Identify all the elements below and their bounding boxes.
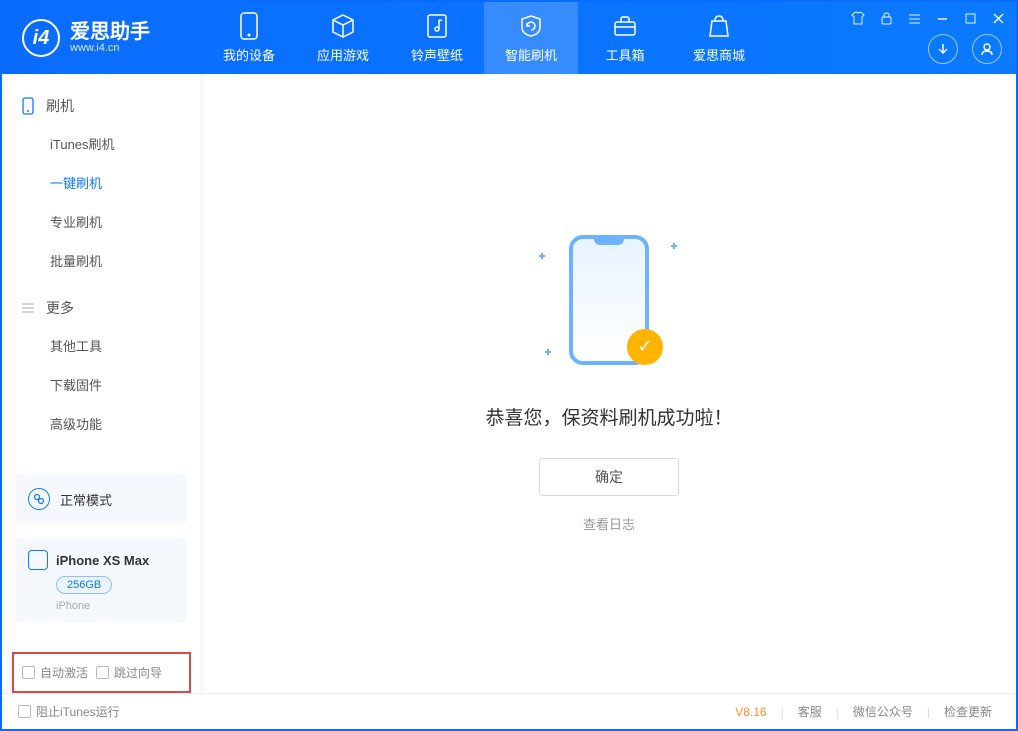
header-round-buttons: [928, 34, 1002, 64]
device-capacity: 256GB: [56, 576, 112, 594]
check-update-link[interactable]: 检查更新: [936, 703, 1000, 720]
main-content: ✓ 恭喜您，保资料刷机成功啦！ 确定 查看日志: [202, 74, 1016, 693]
tshirt-icon[interactable]: [848, 8, 868, 28]
app-window: i4 爱思助手 www.i4.cn 我的设备 应用游戏 铃声壁纸 智能刷机: [0, 0, 1018, 731]
mode-icon: [28, 488, 50, 510]
logo-icon: i4: [22, 19, 60, 57]
view-log-link[interactable]: 查看日志: [583, 514, 635, 533]
body: 刷机 iTunes刷机 一键刷机 专业刷机 批量刷机 更多 其他工具 下载固件 …: [2, 74, 1016, 693]
success-message: 恭喜您，保资料刷机成功啦！: [485, 403, 732, 430]
options-highlight-box: 自动激活 跳过向导: [12, 652, 191, 693]
user-button[interactable]: [972, 34, 1002, 64]
music-icon: [423, 12, 451, 40]
bag-icon: [705, 12, 733, 40]
sparkle-icon: [539, 253, 545, 259]
lock-icon[interactable]: [876, 8, 896, 28]
device-name: iPhone XS Max: [56, 553, 149, 568]
tab-toolbox[interactable]: 工具箱: [578, 2, 672, 74]
device-icon: [20, 98, 36, 114]
checkbox-icon: [22, 666, 35, 679]
menu-icon[interactable]: [904, 8, 924, 28]
ok-button[interactable]: 确定: [539, 458, 679, 496]
tab-smart-flash[interactable]: 智能刷机: [484, 2, 578, 74]
sidebar-item-advanced[interactable]: 高级功能: [2, 404, 201, 443]
sidebar-item-batch-flash[interactable]: 批量刷机: [2, 241, 201, 280]
checkbox-icon: [96, 666, 109, 679]
support-link[interactable]: 客服: [790, 703, 830, 720]
minimize-icon[interactable]: [932, 8, 952, 28]
phone-illustration: ✓: [549, 235, 669, 375]
success-hero: ✓ 恭喜您，保资料刷机成功啦！ 确定 查看日志: [485, 235, 732, 533]
phone-icon: [235, 12, 263, 40]
toolbox-icon: [611, 12, 639, 40]
version-label: V8.16: [735, 705, 766, 719]
statusbar: 阻止iTunes运行 V8.16 | 客服 | 微信公众号 | 检查更新: [2, 693, 1016, 729]
checkbox-auto-activate[interactable]: 自动激活: [22, 664, 88, 681]
device-type: iPhone: [56, 600, 175, 612]
sidebar-section-flash: 刷机: [2, 88, 201, 124]
app-site: www.i4.cn: [70, 42, 150, 54]
sparkle-icon: [671, 243, 677, 249]
main-tabs: 我的设备 应用游戏 铃声壁纸 智能刷机 工具箱 爱思商城: [202, 2, 766, 74]
tab-my-device[interactable]: 我的设备: [202, 2, 296, 74]
maximize-icon[interactable]: [960, 8, 980, 28]
check-badge-icon: ✓: [627, 329, 663, 365]
wechat-link[interactable]: 微信公众号: [845, 703, 921, 720]
tab-apps-games[interactable]: 应用游戏: [296, 2, 390, 74]
logo-area: i4 爱思助手 www.i4.cn: [2, 19, 202, 57]
sidebar-item-download-firmware[interactable]: 下载固件: [2, 365, 201, 404]
window-small-controls: [848, 8, 1008, 28]
sidebar-item-itunes-flash[interactable]: iTunes刷机: [2, 124, 201, 163]
checkbox-block-itunes[interactable]: 阻止iTunes运行: [18, 703, 120, 720]
sidebar-item-pro-flash[interactable]: 专业刷机: [2, 202, 201, 241]
sparkle-icon: [545, 349, 551, 355]
sidebar: 刷机 iTunes刷机 一键刷机 专业刷机 批量刷机 更多 其他工具 下载固件 …: [2, 74, 202, 693]
checkbox-skip-guide[interactable]: 跳过向导: [96, 664, 162, 681]
sidebar-section-more: 更多: [2, 290, 201, 326]
refresh-shield-icon: [517, 12, 545, 40]
cube-icon: [329, 12, 357, 40]
device-panel[interactable]: iPhone XS Max 256GB iPhone: [16, 538, 187, 622]
mode-label: 正常模式: [60, 490, 112, 509]
sidebar-item-other-tools[interactable]: 其他工具: [2, 326, 201, 365]
checkbox-icon: [18, 705, 31, 718]
phone-small-icon: [28, 550, 48, 570]
list-icon: [20, 300, 36, 316]
app-name: 爱思助手: [70, 22, 150, 42]
tab-ringtones-wallpapers[interactable]: 铃声壁纸: [390, 2, 484, 74]
close-icon[interactable]: [988, 8, 1008, 28]
download-button[interactable]: [928, 34, 958, 64]
sidebar-item-oneclick-flash[interactable]: 一键刷机: [2, 163, 201, 202]
tab-store[interactable]: 爱思商城: [672, 2, 766, 74]
titlebar: i4 爱思助手 www.i4.cn 我的设备 应用游戏 铃声壁纸 智能刷机: [2, 2, 1016, 74]
mode-panel[interactable]: 正常模式: [16, 474, 187, 524]
